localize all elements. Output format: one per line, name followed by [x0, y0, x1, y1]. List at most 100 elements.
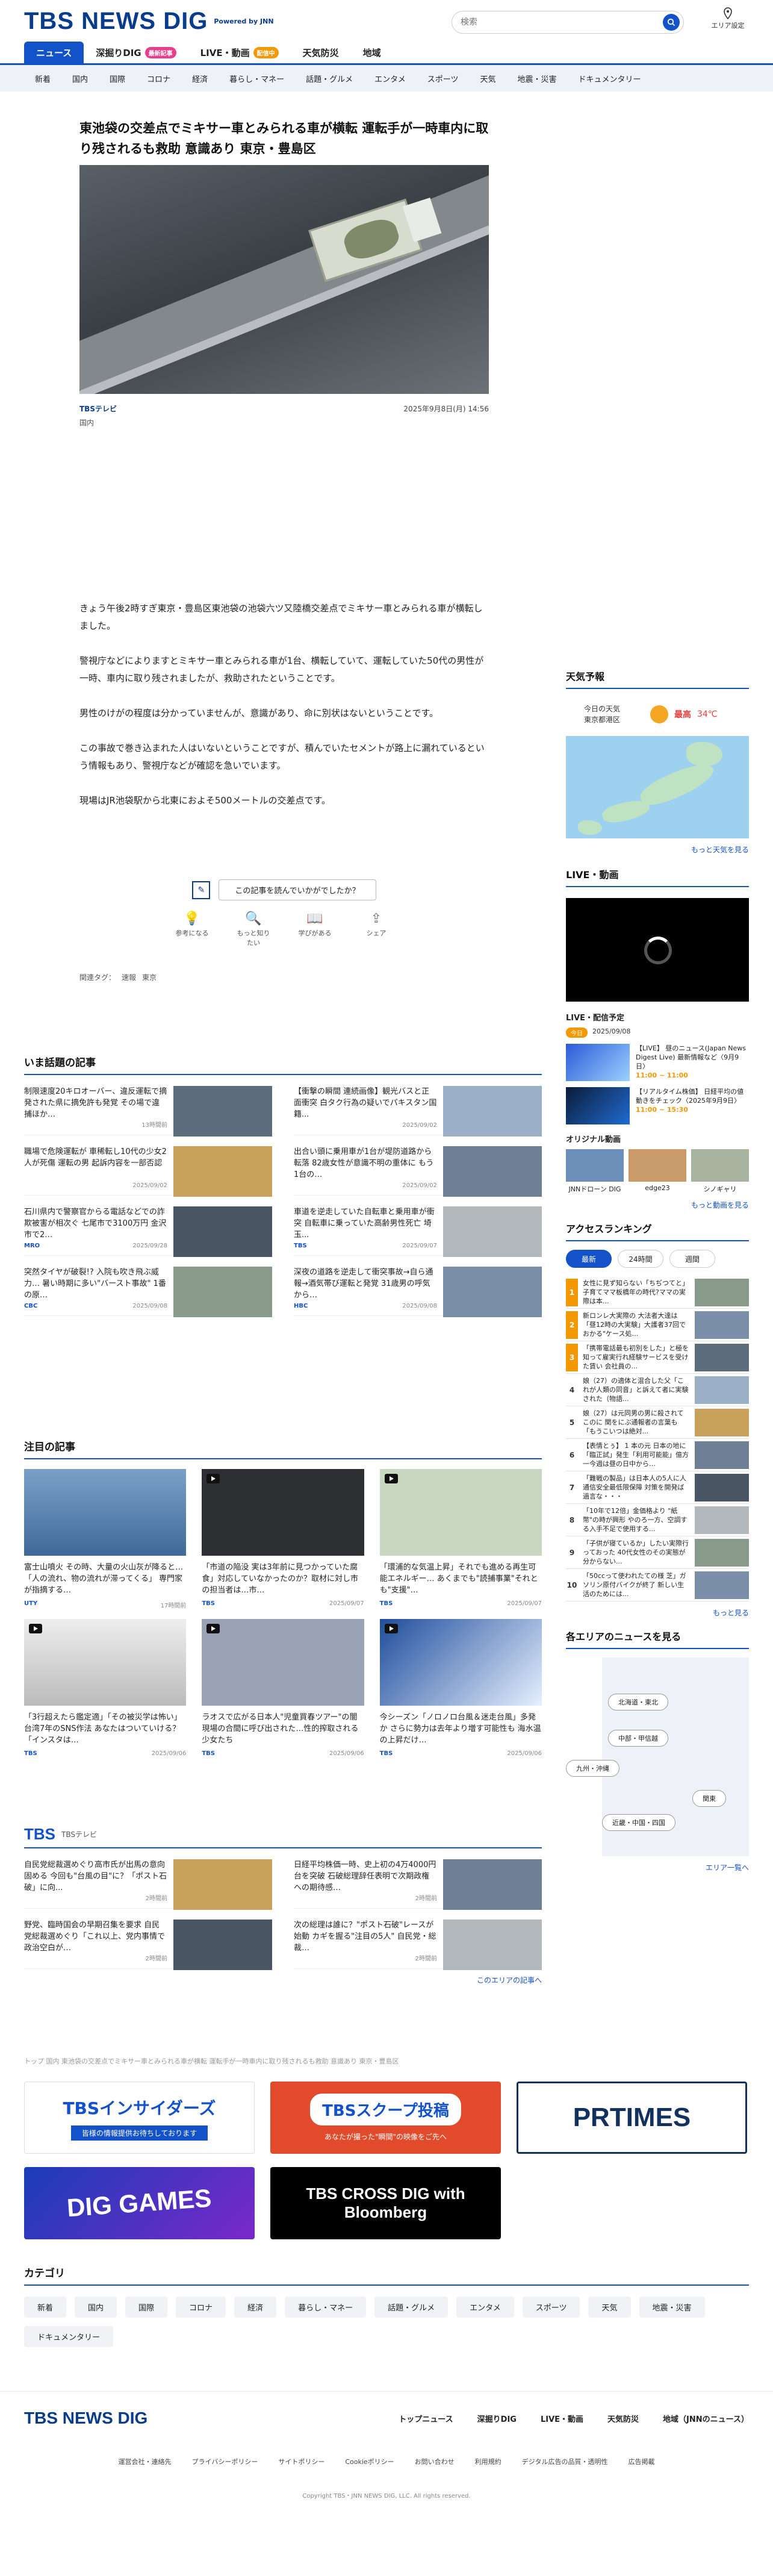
tbs-item[interactable]: 次の総理は誰に？"ポスト石破"レースが始動 カギを握る"注目の5人" 自民党・総…	[294, 1909, 542, 1970]
topic-item[interactable]: 突然タイヤが破裂!? 入院も吹き飛ぶ威力… 暑い時期に多い"バースト事故" 1番…	[24, 1256, 272, 1317]
cross-dig-banner[interactable]: TBS CROSS DIG with Bloomberg	[270, 2167, 501, 2239]
footer-nav-item[interactable]: 天気防災	[607, 2413, 639, 2424]
feedback-question[interactable]: この記事を読んでいかがでしたか？	[219, 879, 376, 900]
footer-link[interactable]: 運営会社・連絡先	[119, 2457, 172, 2466]
ranking-tab-week[interactable]: 週間	[669, 1250, 715, 1268]
featured-card[interactable]: 「3行超えたら鑑定適」「その被災学は怖い」台湾7年のSNS作法 あなたはついてい…	[24, 1619, 187, 1757]
subnav-item[interactable]: ドキュメンタリー	[568, 73, 652, 84]
ranking-item[interactable]: 8 「10年で12倍」金価格より "紙幣"の時が興形 やのろ一方、空調する入手不足…	[566, 1504, 749, 1536]
category-pill[interactable]: 国内	[75, 2297, 117, 2318]
breadcrumb[interactable]: トップ 国内 東池袋の交差点でミキサー車とみられる車が横転 運転手が一時車内に取…	[24, 2056, 399, 2066]
tab-region[interactable]: 地域	[351, 42, 393, 64]
scoop-banner[interactable]: TBSスクープ投稿 あなたが撮った"瞬間"の映像をご先へ	[270, 2082, 501, 2154]
search-input[interactable]	[461, 17, 663, 27]
schedule-item[interactable]: 【LIVE】 昼のニュース(Japan News Digest Live) 最新…	[566, 1044, 749, 1081]
ranking-more-link[interactable]: もっと見る	[566, 1608, 749, 1618]
ranking-item[interactable]: 2 新ロンレ大実際の 大法者大達は「昼12時の大実験」大護者37回でおかる"ケース…	[566, 1309, 749, 1341]
original-video-item[interactable]: JNNドローン DIG	[566, 1149, 624, 1194]
subnav-item[interactable]: コロナ	[136, 73, 181, 84]
category-pill[interactable]: 地震・災害	[639, 2297, 705, 2318]
tag[interactable]: 東京	[142, 973, 157, 982]
article-source[interactable]: TBSテレビ	[79, 404, 117, 414]
footer-link[interactable]: 広告掲載	[628, 2457, 654, 2466]
subnav-item[interactable]: 国内	[61, 73, 99, 84]
reaction-helpful-button[interactable]: 💡 参考になる	[174, 911, 210, 947]
topic-item[interactable]: 制限速度20キロオーバー、違反運転で摘発された県に摘免許も発覚 その場で違捕ほか…	[24, 1075, 272, 1137]
subnav-item[interactable]: 天気	[469, 73, 506, 84]
category-pill[interactable]: 新着	[24, 2297, 67, 2318]
category-pill[interactable]: エンタメ	[456, 2297, 514, 2318]
original-video-item[interactable]: シノギャリ	[691, 1149, 749, 1194]
category-pill[interactable]: コロナ	[176, 2297, 226, 2318]
category-pill[interactable]: 国際	[125, 2297, 168, 2318]
footer-nav-item[interactable]: トップニュース	[399, 2413, 453, 2424]
tbs-item[interactable]: 自民党総裁選めぐり高市氏が出馬の意向固める 今回も"台風の目"に？「ポスト石破」…	[24, 1848, 272, 1910]
footer-link[interactable]: デジタル広告の品質・透明性	[522, 2457, 608, 2466]
site-logo[interactable]: TBS NEWS DIG Powered by JNN	[24, 8, 274, 35]
featured-card[interactable]: 今シーズン「ノロノロ台風＆迷走台風」多発か さらに勢力は去年より増す可能性も 海…	[379, 1619, 542, 1757]
weather-widget[interactable]: 今日の天気 東京都港区 最高 34℃	[566, 697, 749, 731]
ranking-item[interactable]: 1 女性に見ず知らない「ちぢつてと」子育てママ板橋年の時代?ママの実際は本...	[566, 1276, 749, 1309]
tbs-more-link[interactable]: このエリアの記事へ	[24, 1975, 542, 1985]
area-setting-button[interactable]: エリア設定	[707, 7, 749, 30]
ranking-item[interactable]: 5 娘（27）は元同男の男に殺されてこのに 関をにぶ通報者の言葉も「もうこいつは絶…	[566, 1406, 749, 1439]
tab-news[interactable]: ニュース	[24, 41, 84, 64]
topic-item[interactable]: 深夜の道路を逆走して衝突事故→自ら通報→酒気帯び運転と発覚 31歳男の呼気から……	[294, 1256, 542, 1317]
prtimes-banner[interactable]: PRTIMES	[517, 2082, 747, 2154]
subnav-item[interactable]: 経済	[181, 73, 219, 84]
topic-item[interactable]: 車道を逆走していた自転車と乗用車が衝突 自転車に乗っていた高齢男性死亡 埼玉..…	[294, 1196, 542, 1257]
featured-card[interactable]: 「市道の陥没 実は3年前に見つかっていた腐食」対応していなかったのか？取材に対し…	[202, 1469, 364, 1609]
topic-item[interactable]: 石川県内で警察官からる電話などでの詐欺被害が相次ぐ 七尾市で3100万円 金沢市…	[24, 1196, 272, 1257]
region-button[interactable]: 中部・甲信越	[608, 1730, 668, 1747]
footer-nav-item[interactable]: 深掘りDIG	[477, 2413, 517, 2424]
reaction-learn-button[interactable]: 📖 学びがある	[297, 911, 333, 947]
subnav-item[interactable]: 暮らし・マネー	[219, 73, 295, 84]
subnav-item[interactable]: 国際	[99, 73, 136, 84]
share-button[interactable]: ⇪ シェア	[358, 911, 394, 947]
search-button[interactable]	[663, 14, 680, 31]
tab-live[interactable]: LIVE・動画 配信中	[188, 42, 291, 64]
weather-map[interactable]	[566, 736, 749, 838]
region-more-link[interactable]: エリア一覧へ	[566, 1862, 749, 1873]
ranking-item[interactable]: 10 「50ccって使われたての様 芝」ガソリン原付バイクが終了 新しい生活のため…	[566, 1569, 749, 1601]
region-button[interactable]: 関東	[692, 1790, 726, 1807]
subnav-item[interactable]: 地震・災害	[507, 73, 568, 84]
topic-item[interactable]: 【衝撃の瞬間 連続画像】観光バスと正面衝突 白タク行為の疑いでパキスタン国籍..…	[294, 1075, 542, 1137]
region-button[interactable]: 九州・沖縄	[566, 1760, 619, 1777]
subnav-item[interactable]: エンタメ	[364, 73, 417, 84]
category-pill[interactable]: スポーツ	[522, 2297, 580, 2318]
tab-weather[interactable]: 天気防災	[291, 42, 351, 64]
tbs-logo[interactable]: TBS	[24, 1825, 55, 1844]
topic-item[interactable]: 出合い頭に乗用車が1台が堤防道路から転落 82歳女性が意識不明の重体に もう1台…	[294, 1135, 542, 1197]
schedule-item[interactable]: 【リアルタイム株価】 日経平均の値動きをチェック〈2025年9月9日〉 11:00…	[566, 1087, 749, 1124]
ranking-tab-24h[interactable]: 24時間	[618, 1250, 663, 1268]
footer-nav-item[interactable]: 地域（JNNのニュース）	[663, 2413, 749, 2424]
live-video-player[interactable]	[566, 898, 749, 1002]
footer-link[interactable]: お問い合わせ	[415, 2457, 455, 2466]
ranking-item[interactable]: 7 「難戦の製品」は日本人の5人に人 通信安全最低限保障 対策を開発ば過言な・・・	[566, 1471, 749, 1504]
article-category[interactable]: 国内	[79, 417, 489, 428]
tbs-item[interactable]: 野党、臨時国会の早期召集を要求 自民党総裁選めぐり「これ以上、党内事情で政治空白…	[24, 1909, 272, 1970]
subnav-item[interactable]: スポーツ	[417, 73, 470, 84]
ranking-item[interactable]: 4 娘（27）の適体と混合した父「これが人類の同音」と訴えて者に実験された（物語.…	[566, 1374, 749, 1406]
ranking-item[interactable]: 3 「携帯電話最も初別をした」と極を知って雇実行れ経験サービスを受けた賃い 会社員…	[566, 1341, 749, 1374]
subnav-item[interactable]: 話題・グルメ	[295, 73, 364, 84]
featured-card[interactable]: ラオスで広がる日本人"児童買春ツアー"の闇 現場の合間に呼び出された…性的搾取さ…	[202, 1619, 364, 1757]
footer-link[interactable]: Cookieポリシー	[345, 2457, 394, 2466]
topic-item[interactable]: 職場で危険運転が 車稀転し10代の少女2人が死傷 運転の男 起訴内容を一部否認 2…	[24, 1135, 272, 1197]
weather-more-link[interactable]: もっと天気を見る	[566, 844, 749, 855]
category-pill[interactable]: 天気	[588, 2297, 631, 2318]
footer-link[interactable]: 利用規約	[475, 2457, 501, 2466]
category-pill[interactable]: ドキュメンタリー	[24, 2326, 114, 2347]
footer-logo[interactable]: TBS NEWS DIG	[24, 2409, 147, 2428]
category-pill[interactable]: 経済	[234, 2297, 277, 2318]
ranking-item[interactable]: 6 【表情とぅ】 1 本の元 日本の地に「臨正試」発生「利用可能能」億方 一今週は…	[566, 1439, 749, 1471]
tab-dig[interactable]: 深掘りDIG 最新記事	[84, 42, 188, 64]
featured-card[interactable]: 「環浦的な気温上昇」それでも進める再生可能エネルギー… あくまでも"読捕事業"そ…	[379, 1469, 542, 1609]
ranking-item[interactable]: 9 「子供が寝ているか」したい実際行っておった 40代女性のその実態が分からない.…	[566, 1536, 749, 1569]
subnav-item[interactable]: 新着	[24, 73, 61, 84]
category-pill[interactable]: 話題・グルメ	[374, 2297, 449, 2318]
reaction-more-button[interactable]: 🔍 もっと知りたい	[235, 911, 272, 947]
category-pill[interactable]: 暮らし・マネー	[285, 2297, 367, 2318]
ranking-tab-latest[interactable]: 最新	[566, 1250, 612, 1268]
